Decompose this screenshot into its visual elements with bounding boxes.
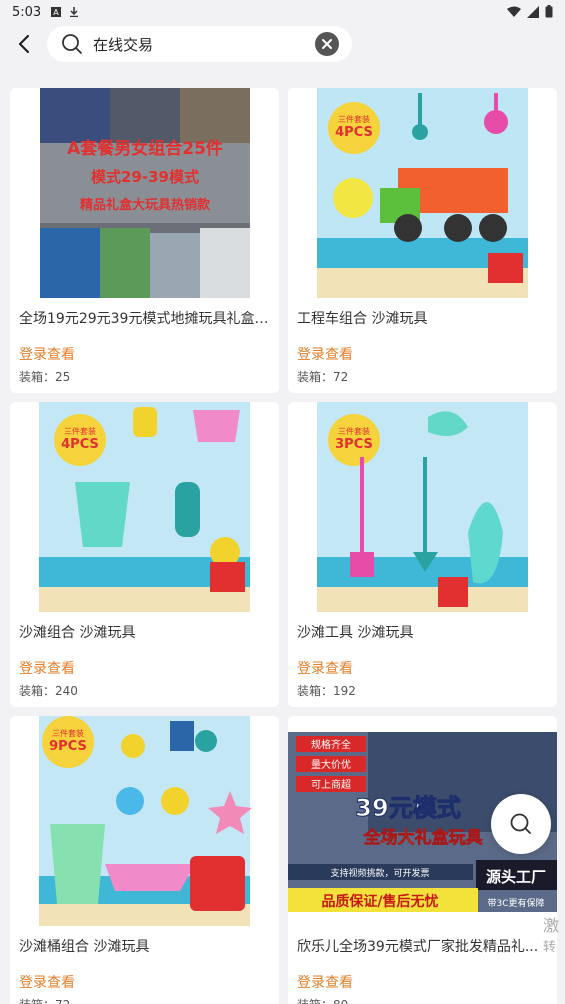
clear-icon: [322, 39, 332, 49]
pack-quantity: 装箱：80: [297, 996, 348, 1004]
back-button[interactable]: [12, 32, 36, 56]
notification-a-icon: A: [51, 7, 62, 17]
image-text: 全场大礼盒玩具: [363, 827, 483, 848]
image-text: 模式29-39模式: [91, 168, 199, 186]
product-image: 三件套装 4PCS: [288, 88, 557, 298]
battery-icon: [545, 5, 553, 18]
pack-quantity: 装箱：240: [19, 684, 78, 698]
product-title: 工程车组合 沙滩玩具: [297, 311, 428, 327]
image-text: 三件套装: [64, 426, 96, 436]
product-title: 全场19元29元39元模式地摊玩具礼盒 ...: [19, 311, 271, 327]
login-to-view-link[interactable]: 登录查看: [19, 972, 75, 992]
login-to-view-link[interactable]: 登录查看: [297, 344, 353, 364]
login-to-view-link[interactable]: 登录查看: [19, 344, 75, 364]
image-text: 量大价优: [311, 758, 351, 771]
login-to-view-link[interactable]: 登录查看: [19, 658, 75, 678]
image-text: 39元模式: [355, 794, 460, 822]
product-title: 沙滩组合 沙滩玩具: [19, 625, 136, 641]
image-text: 可上商超: [311, 778, 351, 791]
image-text: 品质保证/售后无忧: [321, 893, 438, 910]
status-bar: 5:03 A: [0, 0, 565, 24]
search-header: [0, 24, 565, 64]
wifi-icon: [507, 6, 521, 17]
product-card[interactable]: A套餐男女组合25件 模式29-39模式 精品礼盒大玩具热销款 全场19元29元…: [10, 88, 279, 393]
search-icon: [62, 34, 82, 54]
pack-quantity: 装箱：72: [19, 996, 70, 1004]
pack-quantity: 装箱：192: [297, 684, 356, 698]
product-image: 三件套装 3PCS: [288, 402, 557, 612]
search-icon: [510, 813, 531, 834]
product-image: A套餐男女组合25件 模式29-39模式 精品礼盒大玩具热销款: [10, 88, 279, 298]
image-text: 规格齐全: [311, 738, 351, 751]
pack-quantity: 装箱：72: [297, 370, 349, 384]
image-text: 4PCS: [61, 437, 99, 452]
product-card[interactable]: 三件套装 4PCS 沙滩组合 沙滩玩具 登录查看 装箱：240: [10, 402, 279, 707]
product-title: 欣乐儿全场39元模式厂家批发精品礼...: [297, 939, 539, 955]
status-right: [507, 5, 553, 18]
chevron-left-icon: [18, 34, 30, 54]
side-edge-text: 激: [543, 916, 560, 935]
login-to-view-link[interactable]: 登录查看: [297, 972, 353, 992]
image-text: 3PCS: [335, 437, 373, 452]
product-image: 三件套装 4PCS: [10, 402, 279, 612]
download-icon: [70, 7, 79, 17]
product-card[interactable]: 三件套装 4PCS 工程车组合 沙滩玩具 登录查看 装箱：72: [288, 88, 557, 393]
image-text: 支持视频挑款，可开发票: [330, 867, 429, 879]
product-image: 三件套装 9PCS: [10, 716, 279, 926]
status-time: 5:03: [12, 4, 42, 20]
image-text: 精品礼盒大玩具热销款: [80, 197, 211, 213]
image-text: 三件套装: [52, 728, 84, 738]
image-text: 9PCS: [49, 739, 87, 754]
image-text: 源头工厂: [486, 868, 546, 886]
product-card[interactable]: 规格齐全 量大价优 可上商超 39元模式 全场大礼盒玩具 支持视频挑款，可开发票…: [288, 716, 557, 1004]
pack-quantity: 装箱：25: [19, 370, 71, 384]
product-card[interactable]: 三件套装 3PCS 沙滩工具 沙滩玩具 登录查看 装箱：192: [288, 402, 557, 707]
image-text: 三件套装: [338, 426, 370, 436]
product-card[interactable]: 三件套装 9PCS 沙滩桶组合 沙滩玩具 登录查看 装箱：72: [10, 716, 279, 1004]
floating-search-button[interactable]: [491, 794, 551, 854]
image-text: A套餐男女组合25件: [67, 138, 223, 159]
product-title: 沙滩工具 沙滩玩具: [297, 625, 414, 641]
image-text: 带3C更有保障: [487, 897, 544, 909]
search-box[interactable]: [47, 26, 352, 62]
login-to-view-link[interactable]: 登录查看: [297, 658, 353, 678]
image-text: 4PCS: [335, 125, 373, 140]
image-text: 三件套装: [338, 114, 370, 124]
clear-search-button[interactable]: [315, 32, 339, 56]
svg-text:A: A: [53, 8, 59, 17]
product-title: 沙滩桶组合 沙滩玩具: [19, 939, 150, 955]
search-input[interactable]: [93, 32, 303, 56]
signal-icon: [527, 5, 539, 18]
side-edge-text: 转: [543, 940, 557, 955]
